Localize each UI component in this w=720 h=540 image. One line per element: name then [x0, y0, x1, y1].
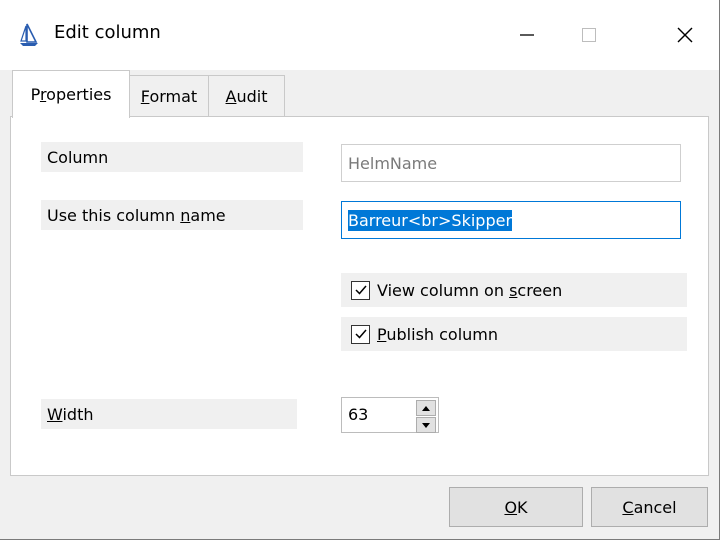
tab-properties-label: Properties — [30, 85, 112, 104]
column-label: Column — [41, 142, 303, 172]
ok-button-label: OK — [504, 497, 528, 517]
publish-label: Publish column — [377, 324, 499, 344]
cancel-button[interactable]: Cancel — [591, 487, 708, 527]
arrow-up-icon — [422, 405, 430, 411]
window-title: Edit column — [54, 22, 161, 43]
edit-column-dialog: Edit column Properties Format Audit Colu… — [0, 0, 720, 540]
column-name-label-text: Use this column name — [47, 205, 226, 225]
column-field: HelmName — [341, 144, 681, 182]
column-field-value: HelmName — [348, 153, 438, 173]
sailboat-icon — [18, 22, 40, 48]
publish-option[interactable]: Publish column — [341, 317, 687, 351]
width-label: Width — [41, 399, 297, 429]
spin-down-button[interactable] — [416, 417, 436, 433]
arrow-down-icon — [422, 422, 430, 428]
minimize-icon — [520, 34, 534, 36]
tab-format[interactable]: Format — [128, 75, 210, 116]
minimize-button[interactable] — [496, 0, 558, 70]
column-name-label: Use this column name — [41, 200, 303, 230]
properties-panel: Column HelmName Use this column name Bar… — [10, 116, 709, 476]
checkmark-icon — [354, 285, 367, 295]
width-label-text: Width — [47, 404, 94, 424]
tab-properties[interactable]: Properties — [12, 70, 130, 118]
tab-strip: Properties Format Audit — [0, 70, 719, 120]
column-name-input[interactable]: Barreur<br>Skipper — [341, 201, 681, 239]
width-value: 63 — [348, 405, 369, 424]
tab-audit-label: Audit — [225, 86, 268, 106]
width-spinner[interactable]: 63 — [341, 397, 439, 433]
publish-checkbox[interactable] — [351, 324, 370, 344]
maximize-button — [558, 0, 620, 70]
column-name-value: Barreur<br>Skipper — [348, 209, 513, 231]
view-on-screen-option[interactable]: View column on screen — [341, 273, 687, 307]
close-button[interactable] — [654, 0, 716, 70]
title-bar: Edit column — [0, 0, 719, 70]
checkmark-icon — [354, 329, 367, 339]
tab-format-label: Format — [140, 86, 198, 106]
cancel-button-label: Cancel — [622, 497, 677, 517]
maximize-icon — [582, 28, 596, 42]
spin-up-button[interactable] — [416, 400, 436, 416]
view-on-screen-checkbox[interactable] — [351, 280, 370, 300]
close-icon — [677, 27, 693, 43]
tab-audit[interactable]: Audit — [208, 75, 285, 116]
ok-button[interactable]: OK — [449, 487, 583, 527]
column-label-text: Column — [47, 147, 109, 167]
width-spinner-buttons — [416, 400, 436, 433]
view-on-screen-label: View column on screen — [377, 280, 563, 300]
